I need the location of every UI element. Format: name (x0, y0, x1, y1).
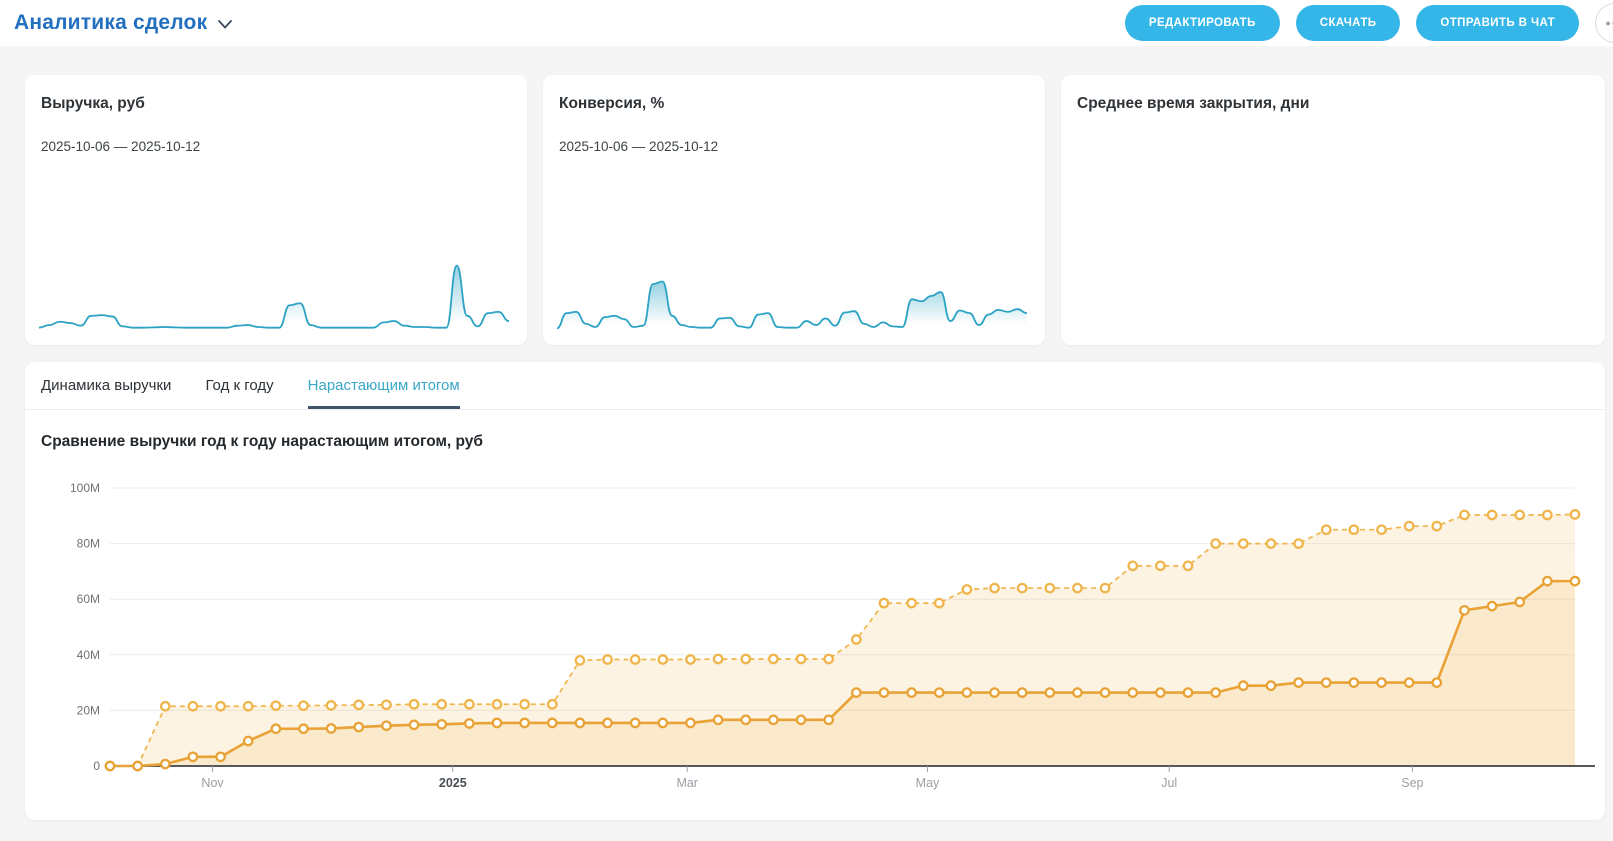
card-title: Среднее время закрытия, дни (1077, 95, 1589, 113)
revenue-sparkline-chart (39, 253, 509, 333)
card-title: Конверсия, % (559, 95, 1029, 113)
page-title: Аналитика сделок (14, 11, 207, 35)
revenue-analytics-panel: Динамика выручки Год к году Нарастающим … (25, 362, 1605, 820)
chart-title: Сравнение выручки год к году нарастающим… (41, 433, 1589, 451)
svg-text:100M: 100M (70, 481, 100, 495)
page-title-dropdown[interactable]: Аналитика сделок (14, 11, 232, 35)
card-avg-closing-time: Среднее время закрытия, дни (1061, 75, 1605, 345)
edit-button[interactable]: РЕДАКТИРОВАТЬ (1125, 5, 1280, 41)
more-actions-button[interactable]: ●●● (1595, 3, 1613, 43)
svg-text:80M: 80M (77, 537, 100, 551)
top-bar: Аналитика сделок РЕДАКТИРОВАТЬ СКАЧАТЬ О… (0, 0, 1613, 46)
tab-bar: Динамика выручки Год к году Нарастающим … (25, 362, 1605, 410)
card-revenue: Выручка, руб 2025-10-06 — 2025-10-12 (25, 75, 527, 345)
cumulative-comparison-chart[interactable]: 0 20M 40M 60M 80M 100M Nov 2025 Mar May Jul Sep (35, 455, 1595, 795)
tab-cumulative-total[interactable]: Нарастающим итогом (308, 377, 460, 409)
card-date-range: 2025-10-06 — 2025-10-12 (559, 139, 1029, 154)
chevron-down-icon (218, 20, 232, 29)
send-to-chat-button[interactable]: ОТПРАВИТЬ В ЧАТ (1416, 5, 1579, 41)
tab-year-over-year[interactable]: Год к году (205, 377, 273, 409)
download-button[interactable]: СКАЧАТЬ (1296, 5, 1401, 41)
card-date-range: 2025-10-06 — 2025-10-12 (41, 139, 511, 154)
ellipsis-icon: ●●● (1605, 18, 1613, 28)
svg-text:Sep: Sep (1401, 776, 1423, 790)
svg-text:40M: 40M (77, 648, 100, 662)
card-title: Выручка, руб (41, 95, 511, 113)
card-conversion: Конверсия, % 2025-10-06 — 2025-10-12 (543, 75, 1045, 345)
svg-text:May: May (916, 776, 940, 790)
svg-text:Jul: Jul (1161, 776, 1177, 790)
svg-text:60M: 60M (77, 592, 100, 606)
kpi-cards-row: Выручка, руб 2025-10-06 — 2025-10-12 Кон… (25, 75, 1605, 345)
svg-text:20M: 20M (77, 703, 100, 717)
tab-revenue-dynamics[interactable]: Динамика выручки (41, 377, 171, 409)
topbar-actions: РЕДАКТИРОВАТЬ СКАЧАТЬ ОТПРАВИТЬ В ЧАТ ●●… (1125, 0, 1613, 46)
svg-text:Nov: Nov (201, 776, 224, 790)
svg-text:0: 0 (93, 759, 100, 773)
conversion-sparkline-chart (557, 253, 1027, 333)
svg-text:Mar: Mar (676, 776, 698, 790)
svg-text:2025: 2025 (439, 776, 467, 790)
